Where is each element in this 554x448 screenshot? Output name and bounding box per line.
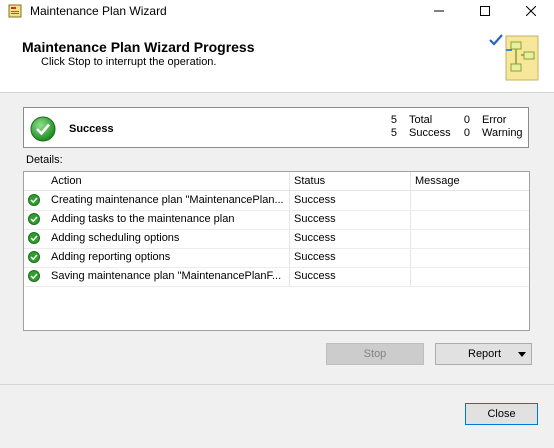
column-header-status[interactable]: Status bbox=[294, 175, 325, 187]
error-label: Error bbox=[482, 114, 507, 126]
total-count: 5 bbox=[390, 114, 397, 126]
checkmark-icon bbox=[489, 34, 503, 46]
details-label: Details: bbox=[26, 154, 63, 166]
row-action: Adding reporting options bbox=[51, 251, 171, 263]
page-title: Maintenance Plan Wizard Progress bbox=[22, 39, 255, 55]
row-action: Adding tasks to the maintenance plan bbox=[51, 213, 235, 225]
close-button[interactable]: Close bbox=[465, 403, 538, 425]
error-count: 0 bbox=[463, 114, 470, 126]
window-title: Maintenance Plan Wizard bbox=[30, 4, 167, 18]
title-bar: Maintenance Plan Wizard bbox=[0, 0, 554, 22]
success-icon bbox=[28, 270, 40, 282]
footer-divider bbox=[0, 384, 554, 385]
close-window-button[interactable] bbox=[508, 0, 554, 22]
row-status: Success bbox=[294, 270, 336, 282]
row-status: Success bbox=[294, 251, 336, 263]
table-row[interactable]: Creating maintenance plan "MaintenancePl… bbox=[24, 191, 529, 211]
success-icon bbox=[28, 213, 40, 225]
table-row[interactable]: Adding scheduling options Success bbox=[24, 229, 529, 249]
row-action: Saving maintenance plan "MaintenancePlan… bbox=[51, 270, 282, 282]
stop-button[interactable]: Stop bbox=[326, 343, 424, 365]
maximize-icon bbox=[480, 6, 490, 16]
dropdown-arrow-icon bbox=[518, 352, 526, 357]
maintenance-plan-graphic-icon bbox=[505, 35, 539, 81]
success-icon bbox=[28, 194, 40, 206]
row-status: Success bbox=[294, 194, 336, 206]
total-label: Total bbox=[409, 114, 433, 126]
column-header-message[interactable]: Message bbox=[415, 175, 460, 187]
row-status: Success bbox=[294, 232, 336, 244]
table-row[interactable]: Adding reporting options Success bbox=[24, 248, 529, 268]
summary-panel: Success 5 Total 0 Error 5 Success 0 Warn… bbox=[23, 107, 529, 148]
warning-count: 0 bbox=[463, 127, 470, 139]
report-button[interactable]: Report bbox=[435, 343, 532, 365]
table-row[interactable]: Adding tasks to the maintenance plan Suc… bbox=[24, 210, 529, 230]
minimize-icon bbox=[434, 10, 444, 12]
minimize-button[interactable] bbox=[416, 0, 462, 22]
row-action: Creating maintenance plan "MaintenancePl… bbox=[51, 194, 284, 206]
grid-header: Action Status Message bbox=[24, 172, 529, 191]
report-button-label: Report bbox=[468, 348, 502, 360]
row-status: Success bbox=[294, 213, 336, 225]
close-icon bbox=[526, 6, 536, 16]
success-label: Success bbox=[409, 127, 451, 139]
page-subtitle: Click Stop to interrupt the operation. bbox=[41, 56, 217, 68]
success-icon bbox=[28, 251, 40, 263]
wizard-app-icon bbox=[8, 4, 22, 18]
warning-label: Warning bbox=[482, 127, 523, 139]
summary-status: Success bbox=[69, 123, 114, 135]
wizard-header: Maintenance Plan Wizard Progress Click S… bbox=[0, 22, 554, 93]
success-large-icon bbox=[30, 116, 56, 142]
maximize-button[interactable] bbox=[462, 0, 508, 22]
details-grid[interactable]: Action Status Message Creating maintenan… bbox=[23, 171, 530, 331]
success-icon bbox=[28, 232, 40, 244]
table-row[interactable]: Saving maintenance plan "MaintenancePlan… bbox=[24, 267, 529, 287]
success-count: 5 bbox=[390, 127, 397, 139]
column-header-action[interactable]: Action bbox=[51, 175, 82, 187]
row-action: Adding scheduling options bbox=[51, 232, 180, 244]
